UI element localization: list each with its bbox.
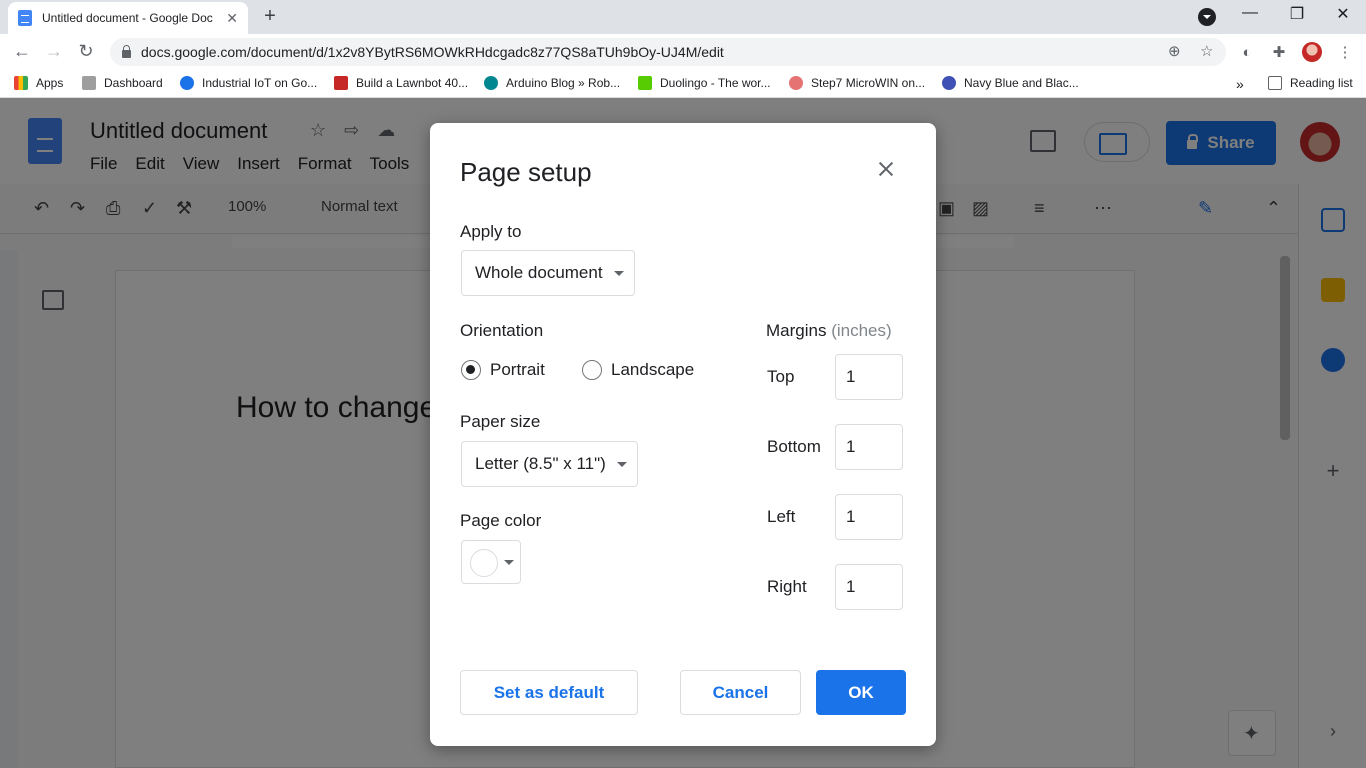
set-as-default-button[interactable]: Set as default <box>460 670 638 715</box>
minimize-button[interactable]: — <box>1230 4 1270 22</box>
step7-icon <box>789 76 803 90</box>
margins-label: Margins <box>766 321 827 340</box>
bookmark-label: Industrial IoT on Go... <box>202 76 318 90</box>
bookmark-label: Arduino Blog » Rob... <box>506 76 621 90</box>
paper-size-label: Paper size <box>460 412 541 431</box>
dashboard-icon <box>82 76 96 90</box>
duolingo-icon <box>638 76 652 90</box>
bookmark-duolingo[interactable]: Duolingo - The wor... <box>638 76 771 90</box>
bookmarks-bar: Apps Dashboard Industrial IoT on Go... B… <box>0 70 1366 98</box>
orientation-label: Orientation <box>460 321 544 340</box>
portrait-label: Portrait <box>490 360 545 379</box>
color-swatch-circle <box>470 549 498 577</box>
new-tab-button[interactable]: + <box>258 6 282 28</box>
margin-right-input[interactable]: 1 <box>835 564 903 610</box>
browser-tab[interactable]: Untitled document - Google Doc ✕ <box>8 2 248 34</box>
restore-button[interactable]: ❐ <box>1277 4 1317 24</box>
browser-menu-icon[interactable]: ⋮ <box>1336 44 1354 62</box>
bookmark-arduino[interactable]: Arduino Blog » Rob... <box>484 76 620 90</box>
address-bar[interactable]: docs.google.com/document/d/1x2v8YBytRS6M… <box>110 38 1226 66</box>
landscape-option[interactable]: Landscape <box>582 360 694 380</box>
bookmark-apps[interactable]: Apps <box>14 76 63 90</box>
paper-size-value: Letter (8.5" x 11") <box>475 454 606 473</box>
page-color-picker[interactable] <box>461 540 521 584</box>
apps-grid-icon <box>14 76 28 90</box>
tab-title: Untitled document - Google Doc <box>42 11 213 25</box>
bookmark-star-icon[interactable]: ☆ <box>1200 42 1213 60</box>
arduino-icon <box>484 76 498 90</box>
infinity-icon <box>180 76 194 90</box>
portrait-radio[interactable] <box>461 360 481 380</box>
bookmark-industrial-iot[interactable]: Industrial IoT on Go... <box>180 76 317 90</box>
bookmark-label: Navy Blue and Blac... <box>964 76 1079 90</box>
docs-favicon-icon <box>18 10 32 26</box>
chevron-down-icon <box>617 462 627 467</box>
reading-list-icon <box>1268 76 1282 90</box>
more-bookmarks-label: » <box>1236 76 1244 92</box>
extension-icon[interactable]: ◐ <box>1238 44 1256 62</box>
bookmark-step7[interactable]: Step7 MicroWIN on... <box>789 76 925 90</box>
page-color-label: Page color <box>460 511 542 530</box>
margin-bottom-input[interactable]: 1 <box>835 424 903 470</box>
ok-button[interactable]: OK <box>816 670 906 715</box>
zoom-icon[interactable]: ⊕ <box>1168 42 1181 60</box>
margin-top-input[interactable]: 1 <box>835 354 903 400</box>
margin-bottom-label: Bottom <box>767 437 821 456</box>
apply-to-label: Apply to <box>460 222 522 241</box>
bookmark-label: Duolingo - The wor... <box>660 76 771 90</box>
reading-list-button[interactable]: Reading list <box>1268 76 1353 90</box>
margin-left-input[interactable]: 1 <box>835 494 903 540</box>
bookmark-label: Build a Lawnbot 40... <box>356 76 469 90</box>
bookmark-label: Dashboard <box>104 76 163 90</box>
apply-to-select[interactable]: Whole document <box>461 250 635 296</box>
more-bookmarks-button[interactable]: » <box>1236 76 1244 92</box>
extensions-puzzle-icon[interactable]: ✚ <box>1270 44 1288 62</box>
margins-heading: Margins (inches) <box>766 321 892 341</box>
canva-icon <box>942 76 956 90</box>
reading-list-label: Reading list <box>1290 76 1353 90</box>
close-tab-icon[interactable]: ✕ <box>226 10 238 27</box>
close-icon[interactable] <box>874 157 898 181</box>
makezine-icon <box>334 76 348 90</box>
chevron-down-icon <box>504 560 514 565</box>
page-setup-dialog: Page setup Apply to Whole document Orien… <box>430 123 936 746</box>
bookmark-navy-blue[interactable]: Navy Blue and Blac... <box>942 76 1079 90</box>
tab-strip: Untitled document - Google Doc ✕ + — ❐ ✕ <box>0 0 1366 34</box>
apply-to-value: Whole document <box>475 263 603 282</box>
landscape-radio[interactable] <box>582 360 602 380</box>
chevron-down-icon <box>614 271 624 276</box>
bookmark-label: Apps <box>36 76 64 90</box>
margin-right-label: Right <box>767 577 807 596</box>
browser-toolbar: ← → ↻ docs.google.com/document/d/1x2v8YB… <box>0 34 1366 70</box>
cancel-button[interactable]: Cancel <box>680 670 801 715</box>
bookmark-dashboard[interactable]: Dashboard <box>82 76 163 90</box>
reload-icon[interactable]: ↻ <box>74 40 98 64</box>
margin-left-label: Left <box>767 507 796 526</box>
profile-avatar[interactable] <box>1302 42 1322 62</box>
portrait-option[interactable]: Portrait <box>461 360 545 380</box>
dialog-title: Page setup <box>460 157 592 187</box>
url-text: docs.google.com/document/d/1x2v8YBytRS6M… <box>141 44 724 60</box>
paper-size-select[interactable]: Letter (8.5" x 11") <box>461 441 638 487</box>
bookmark-label: Step7 MicroWIN on... <box>811 76 926 90</box>
tab-search-icon[interactable] <box>1198 8 1216 26</box>
lock-icon[interactable] <box>122 44 131 58</box>
bookmark-lawnbot[interactable]: Build a Lawnbot 40... <box>334 76 468 90</box>
forward-icon[interactable]: → <box>42 40 66 64</box>
close-window-button[interactable]: ✕ <box>1323 4 1363 24</box>
back-icon[interactable]: ← <box>10 40 34 64</box>
landscape-label: Landscape <box>611 360 695 379</box>
margin-top-label: Top <box>767 367 795 386</box>
margins-unit: (inches) <box>831 321 892 340</box>
